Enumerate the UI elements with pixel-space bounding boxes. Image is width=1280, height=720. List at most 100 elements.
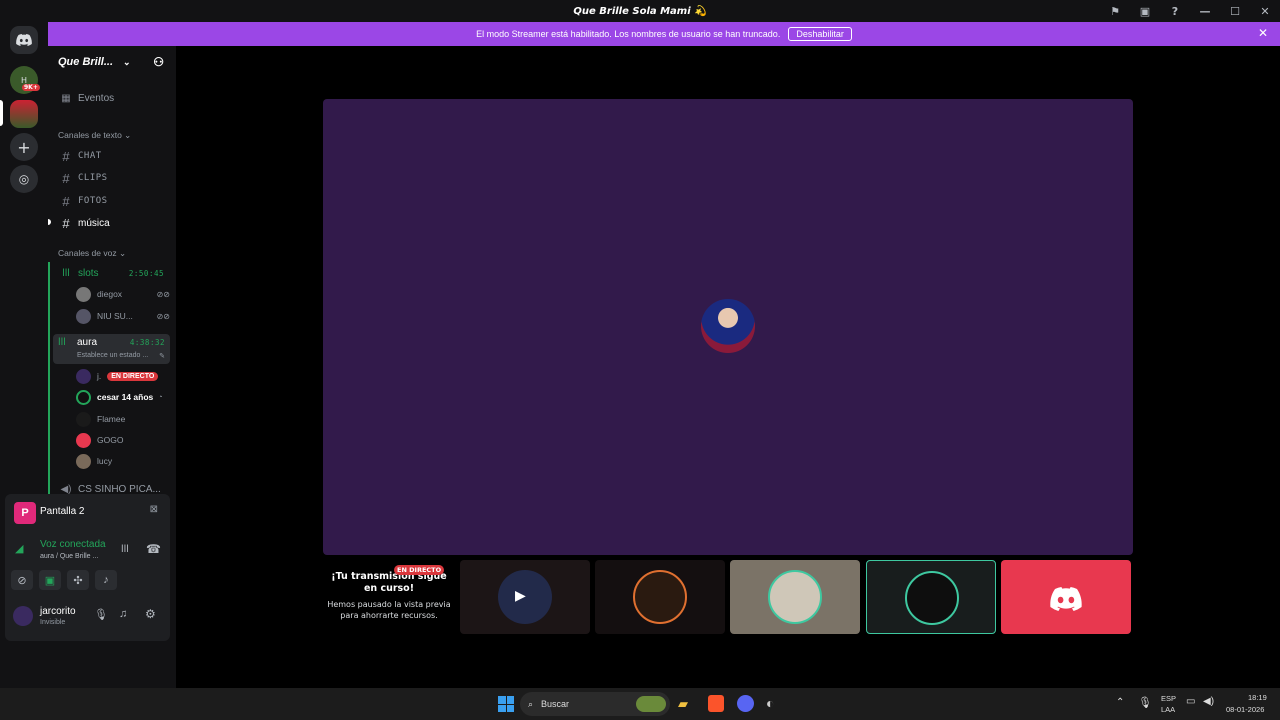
add-member-icon[interactable]: ⚇ <box>153 55 164 69</box>
volume-icon[interactable]: ◀) <box>1203 696 1214 707</box>
events-item[interactable]: ▦ Eventos <box>48 90 176 106</box>
participant-tile[interactable] <box>1001 560 1131 634</box>
channel-fotos[interactable]: # FOTOS <box>48 192 176 210</box>
signal-icon: ◢ <box>15 543 24 555</box>
voice-user-name: GOGO <box>97 435 124 445</box>
search-label: Buscar <box>541 699 570 709</box>
microphone-tray-icon[interactable]: 🎙 <box>1138 696 1152 709</box>
stop-stream-icon[interactable]: ⊠ <box>150 504 158 515</box>
voice-channel-aura[interactable]: ǀǀǀ aura 4:38:32 Establece un estado ...… <box>53 334 170 364</box>
user-panel: P Pantalla 2 ⊠ ◢ Voz conectada aura / Qu… <box>5 494 170 641</box>
camera-off-button[interactable]: ⊘ <box>11 570 33 590</box>
voice-user-name: cesar 14 años <box>97 392 154 402</box>
discord-home-icon[interactable] <box>10 26 38 54</box>
disable-streamer-button[interactable]: Deshabilitar <box>788 27 852 41</box>
guild-header[interactable]: Que Brill... ⌄ ⚇ <box>48 46 176 78</box>
text-category[interactable]: Canales de texto ⌄ <box>58 130 131 141</box>
main-stage-tile[interactable] <box>323 99 1133 555</box>
username[interactable]: jarcorito <box>40 606 76 617</box>
inbox-flag-icon[interactable]: ⚑ <box>1100 5 1130 18</box>
file-explorer-icon[interactable]: ▰ <box>678 696 688 712</box>
network-icon[interactable]: ▭ <box>1186 696 1195 707</box>
chevron-up-icon[interactable]: ⌃ <box>1116 697 1124 708</box>
voice-user[interactable]: cesar 14 años ◔ <box>76 388 174 406</box>
live-badge: EN DIRECTO <box>107 371 159 381</box>
app-taskbar-icon[interactable]: ◐ <box>766 695 774 711</box>
disconnect-icon[interactable]: ☎ <box>146 542 161 556</box>
clock-time[interactable]: 18:19 <box>1248 693 1267 702</box>
windows-start-icon[interactable] <box>498 696 514 712</box>
voice-user-name: lucy <box>97 456 113 466</box>
stream-app-icon: P <box>14 502 36 524</box>
title-bar: Que Brille Sola Mami 💫 ⚑ ▣ ? — ☐ ✕ <box>0 0 1280 22</box>
channel-musica[interactable]: # música <box>48 214 176 232</box>
language-label[interactable]: ESP <box>1161 694 1176 703</box>
noise-suppression-icon[interactable]: ǀǀǀ <box>121 544 129 555</box>
headphones-icon[interactable]: ♫ <box>119 608 127 620</box>
discover-icon[interactable]: ◎ <box>10 165 38 193</box>
microphone-icon[interactable]: 🎙 <box>94 608 108 621</box>
guild-name: Que Brill... <box>58 56 114 68</box>
voice-user-name: j. <box>97 371 102 381</box>
screen-share-button[interactable]: ▣ <box>39 570 61 590</box>
voice-timer: 2:50:45 <box>128 268 164 278</box>
user-avatar[interactable] <box>13 606 33 626</box>
voice-user[interactable]: diegox ⊘⊘ <box>76 285 174 303</box>
voice-user[interactable]: NIU SU... ⊘⊘ <box>76 307 174 325</box>
voice-category[interactable]: Canales de voz ⌄ <box>58 248 126 259</box>
voice-timer: 4:38:32 <box>129 338 165 347</box>
hash-icon: # <box>62 170 70 186</box>
activity-icon: ◔ <box>158 393 163 401</box>
maximize-button[interactable]: ☐ <box>1220 5 1250 18</box>
live-badge: EN DIRECTO <box>394 565 445 575</box>
close-banner-icon[interactable]: ✕ <box>1258 26 1268 40</box>
activities-button[interactable]: ✣ <box>67 570 89 590</box>
avatar <box>76 308 91 324</box>
channel-label: CLIPS <box>78 173 108 183</box>
close-window-button[interactable]: ✕ <box>1250 5 1280 18</box>
participant-tile[interactable]: ▶ <box>460 560 590 634</box>
soundboard-button[interactable]: ♪ <box>95 570 117 590</box>
channel-label: FOTOS <box>78 196 108 206</box>
avatar <box>905 571 959 625</box>
participant-tile[interactable] <box>730 560 860 634</box>
voice-user-live[interactable]: j. EN DIRECTO <box>76 367 174 385</box>
voice-stage-area: EN DIRECTO ¡Tu transmisión sigue en curs… <box>176 46 1280 688</box>
speaker-icon: ◀) <box>60 483 72 495</box>
discord-taskbar-icon[interactable] <box>737 695 754 712</box>
clock-date[interactable]: 08-01-2026 <box>1226 705 1264 714</box>
voice-channel-label: slots <box>78 267 99 279</box>
voice-activity-icon: ǀǀǀ <box>62 267 70 279</box>
voice-user[interactable]: GOGO <box>76 431 174 449</box>
help-icon[interactable]: ? <box>1160 5 1190 18</box>
voice-status-text: Establece un estado ... <box>77 352 149 359</box>
taskbar-search[interactable]: ⌕ Buscar <box>520 692 670 716</box>
screen-share-icon[interactable]: ▣ <box>1130 5 1160 18</box>
muted-deafened-icon: ⊘⊘ <box>156 289 170 299</box>
add-server-icon[interactable]: + <box>10 133 38 161</box>
connected-voice-line <box>48 262 50 506</box>
voice-channel-slots[interactable]: ǀǀǀ slots 2:50:45 <box>48 264 176 282</box>
stage-user-avatar <box>701 299 755 353</box>
avatar <box>76 389 91 405</box>
minimize-button[interactable]: — <box>1190 5 1220 18</box>
stream-title: Pantalla 2 <box>40 506 85 517</box>
calendar-icon: ▦ <box>61 92 71 104</box>
notice-body: Hemos pausado la vista previa para ahorr… <box>327 600 451 620</box>
channel-chat[interactable]: # CHAT <box>48 147 176 165</box>
camera-icon: ▶ <box>515 588 526 604</box>
channel-clips[interactable]: # CLIPS <box>48 169 176 187</box>
participant-tile-speaking[interactable] <box>866 560 996 634</box>
avatar <box>768 570 822 624</box>
brave-browser-icon[interactable] <box>708 695 724 712</box>
voice-user[interactable]: lucy <box>76 452 174 470</box>
participant-tile[interactable] <box>595 560 725 634</box>
voice-user-name: diegox <box>97 289 123 299</box>
settings-gear-icon[interactable]: ⚙ <box>145 607 156 621</box>
channel-label: música <box>78 217 110 229</box>
server-icon-que-brille[interactable] <box>10 100 38 128</box>
banner-text: El modo Streamer está habilitado. Los no… <box>476 29 781 39</box>
voice-user[interactable]: Flamee <box>76 410 174 428</box>
edit-status-icon[interactable]: ✎ <box>159 352 165 360</box>
voice-location[interactable]: aura / Que Brille ... <box>40 553 98 560</box>
